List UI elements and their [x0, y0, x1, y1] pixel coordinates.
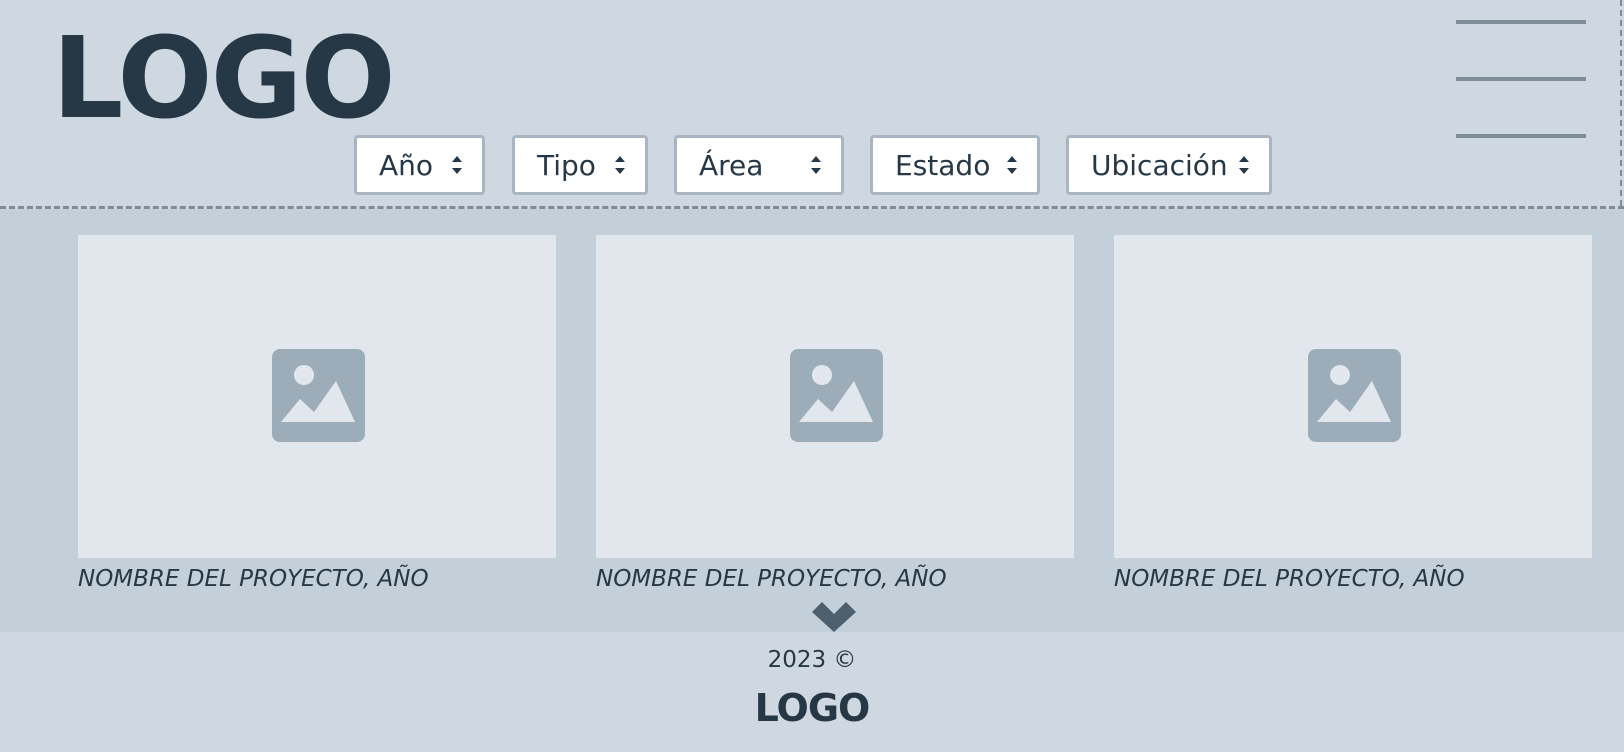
site-header: LOGO Año Tipo Área Estado Ubicación	[0, 0, 1624, 209]
filter-label: Área	[699, 148, 764, 182]
project-image[interactable]	[596, 235, 1074, 558]
chevron-down-icon[interactable]	[812, 600, 856, 632]
menu-line	[1456, 20, 1586, 24]
image-placeholder-icon	[790, 349, 883, 442]
sort-arrows-icon	[1239, 156, 1249, 174]
filter-type-select[interactable]: Tipo	[512, 135, 648, 195]
project-caption[interactable]: NOMBRE DEL PROYECTO, AÑO	[78, 566, 556, 592]
project-caption[interactable]: NOMBRE DEL PROYECTO, AÑO	[1114, 566, 1592, 592]
filter-year-select[interactable]: Año	[354, 135, 485, 195]
site-logo[interactable]: LOGO	[52, 12, 396, 146]
filter-label: Ubicación	[1091, 148, 1228, 182]
project-image[interactable]	[1114, 235, 1592, 558]
sort-arrows-icon	[811, 156, 821, 174]
menu-line	[1456, 134, 1586, 138]
hamburger-menu-icon[interactable]	[1452, 14, 1588, 144]
footer-logo[interactable]: LOGO	[0, 686, 1624, 730]
filter-location-select[interactable]: Ubicación	[1066, 135, 1272, 195]
project-gallery: NOMBRE DEL PROYECTO, AÑO NOMBRE DEL PROY…	[0, 209, 1624, 632]
filter-area-select[interactable]: Área	[674, 135, 844, 195]
image-placeholder-icon	[272, 349, 365, 442]
header-side-divider	[1620, 0, 1622, 206]
project-card: NOMBRE DEL PROYECTO, AÑO	[1114, 235, 1592, 592]
filter-label: Tipo	[537, 148, 596, 182]
filter-status-select[interactable]: Estado	[870, 135, 1040, 195]
filter-label: Estado	[895, 148, 991, 182]
sort-arrows-icon	[1007, 156, 1017, 174]
site-footer: 2023 © LOGO	[0, 632, 1624, 752]
sort-arrows-icon	[615, 156, 625, 174]
menu-line	[1456, 77, 1586, 81]
project-card: NOMBRE DEL PROYECTO, AÑO	[596, 235, 1074, 592]
filter-label: Año	[379, 148, 434, 182]
project-caption[interactable]: NOMBRE DEL PROYECTO, AÑO	[596, 566, 1074, 592]
project-image[interactable]	[78, 235, 556, 558]
project-card: NOMBRE DEL PROYECTO, AÑO	[78, 235, 556, 592]
sort-arrows-icon	[452, 156, 462, 174]
copyright-text: 2023 ©	[767, 647, 857, 673]
image-placeholder-icon	[1308, 349, 1401, 442]
